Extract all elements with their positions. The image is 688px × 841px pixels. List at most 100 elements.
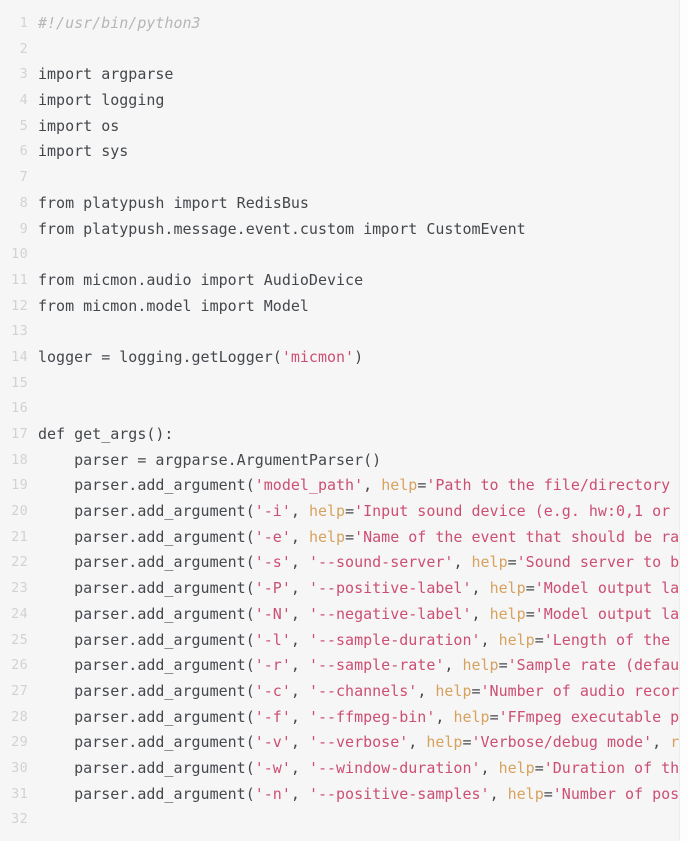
code-line[interactable]: #!/usr/bin/python3 [38, 11, 688, 37]
line-number: 5 [19, 117, 28, 134]
code-token-plain: , [489, 784, 508, 803]
code-token-str: '--positive-label' [308, 579, 472, 598]
code-line[interactable] [38, 396, 688, 422]
line-number: 6 [19, 143, 28, 160]
code-line[interactable]: from platypush import RedisBus [38, 191, 688, 217]
code-line[interactable]: parser.add_argument('-c', '--channels', … [38, 679, 688, 705]
line-number: 18 [11, 451, 28, 468]
code-token-str: '-l' [254, 630, 291, 649]
code-token-str: '--sound-server' [308, 553, 454, 572]
code-token-str: 'model_path' [254, 476, 364, 495]
line-number: 12 [11, 297, 28, 314]
line-number: 30 [11, 759, 28, 776]
code-token-plain: , [290, 502, 309, 521]
code-token-str: 'Path to the file/directory con [426, 476, 688, 495]
code-token-kwarg: help [462, 656, 499, 675]
code-token-plain: = [534, 758, 544, 777]
code-token-str: '--positive-samples' [308, 784, 490, 803]
code-token-str: 'Model output label [534, 579, 688, 598]
code-token-plain: , [417, 681, 436, 700]
code-token-kwarg: help [498, 758, 535, 777]
code-line[interactable]: parser = argparse.ArgumentParser() [38, 448, 688, 474]
code-token-plain: , [290, 656, 309, 675]
line-number: 17 [11, 426, 28, 442]
code-line[interactable]: parser.add_argument('-e', help='Name of … [38, 525, 688, 551]
code-token-str: 'Verbose/debug mode' [471, 733, 653, 752]
code-token-plain: logger = logging.getLogger( [38, 347, 282, 366]
line-number: 19 [11, 477, 28, 494]
code-token-str: '--sample-rate' [308, 656, 445, 675]
code-line[interactable]: parser.add_argument('-s', '--sound-serve… [38, 550, 688, 576]
code-token-str: 'Input sound device (e.g. hw:0,1 or def [354, 502, 688, 521]
code-token-plain: , [453, 553, 472, 572]
code-token-str: '-w' [254, 758, 291, 777]
code-line[interactable]: parser.add_argument('-i', help='Input so… [38, 499, 688, 525]
code-token-plain: parser.add_argument( [38, 630, 255, 649]
code-token-plain: , [290, 553, 309, 572]
code-line[interactable] [38, 242, 688, 268]
code-line[interactable]: parser.add_argument('-f', '--ffmpeg-bin'… [38, 705, 688, 731]
code-token-plain: , [435, 707, 454, 726]
code-line[interactable]: parser.add_argument('-v', '--verbose', h… [38, 730, 688, 756]
code-token-plain: , [290, 733, 309, 752]
code-token-kwarg: help [489, 604, 526, 623]
code-token-plain: , [408, 733, 427, 752]
code-line[interactable]: def get_args(): [38, 422, 688, 448]
code-content-area[interactable]: #!/usr/bin/python3 import argparse import… [38, 0, 688, 841]
code-line[interactable]: parser.add_argument('-w', '--window-dura… [38, 756, 688, 782]
code-token-plain: parser.add_argument( [38, 656, 255, 675]
code-viewer[interactable]: 1 2 3 4 5 6 7 8 9 10 11 12 13 14 15 16 17 18 19 20 21 22 23 24 2… [0, 0, 688, 841]
code-token-str: 'Length of the FFT [543, 630, 688, 649]
code-token-str: 'Sample rate (default: [507, 656, 688, 675]
code-token-plain: parser.add_argument( [38, 784, 255, 803]
code-token-plain: = [345, 527, 355, 546]
code-token-plain: = [498, 656, 508, 675]
code-token-plain: parser.add_argument( [38, 707, 255, 726]
code-token-plain: , [471, 579, 490, 598]
code-line[interactable]: import sys [38, 139, 688, 165]
code-token-str: 'Number of audio recordin [480, 681, 688, 700]
code-token-plain: parser = argparse.ArgumentParser() [38, 450, 382, 469]
line-number: 3 [19, 66, 28, 83]
code-line[interactable]: import argparse [38, 62, 688, 88]
code-line[interactable]: parser.add_argument('-N', '--negative-la… [38, 602, 688, 628]
code-line[interactable]: parser.add_argument('-n', '--positive-sa… [38, 782, 688, 808]
code-token-plain: , [480, 758, 499, 777]
code-token-plain: = [489, 707, 499, 726]
code-line[interactable] [38, 37, 688, 63]
line-number: 16 [11, 400, 28, 417]
code-token-plain: = [543, 784, 553, 803]
code-token-plain: parser.add_argument( [38, 604, 255, 623]
code-line[interactable] [38, 807, 688, 833]
code-token-plain: = [471, 681, 481, 700]
code-line[interactable]: from micmon.model import Model [38, 294, 688, 320]
code-token-plain: = [507, 553, 517, 572]
code-line[interactable]: parser.add_argument('-P', '--positive-la… [38, 576, 688, 602]
line-number: 24 [11, 605, 28, 622]
code-token-str: '--negative-label' [308, 604, 472, 623]
code-line[interactable]: import logging [38, 88, 688, 114]
line-number-gutter: 1 2 3 4 5 6 7 8 9 10 11 12 13 14 15 16 17 18 19 20 21 22 23 24 2… [0, 0, 38, 841]
code-line[interactable] [38, 371, 688, 397]
line-number: 8 [19, 194, 28, 211]
code-token-str: '-s' [254, 553, 291, 572]
code-line[interactable]: from micmon.audio import AudioDevice [38, 268, 688, 294]
code-line[interactable]: parser.add_argument('-l', '--sample-dura… [38, 628, 688, 654]
code-line[interactable]: import os [38, 114, 688, 140]
code-token-plain: = [534, 630, 544, 649]
code-line[interactable]: parser.add_argument('-r', '--sample-rate… [38, 653, 688, 679]
code-line[interactable]: from platypush.message.event.custom impo… [38, 217, 688, 243]
code-line[interactable] [38, 165, 688, 191]
code-line[interactable] [38, 319, 688, 345]
code-token-str: '--verbose' [308, 733, 409, 752]
code-token-str: '-N' [254, 604, 291, 623]
code-line[interactable]: logger = logging.getLogger('micmon') [38, 345, 688, 371]
code-token-str: 'micmon' [281, 347, 355, 366]
code-token-kwarg: help [489, 579, 526, 598]
code-token-plain: = [345, 502, 355, 521]
code-token-str: '-P' [254, 579, 291, 598]
code-line[interactable]: parser.add_argument('model_path', help='… [38, 473, 688, 499]
code-token-kwarg: help [308, 502, 346, 521]
code-token-kwarg: help [381, 476, 418, 495]
code-token-plain: , [290, 707, 309, 726]
